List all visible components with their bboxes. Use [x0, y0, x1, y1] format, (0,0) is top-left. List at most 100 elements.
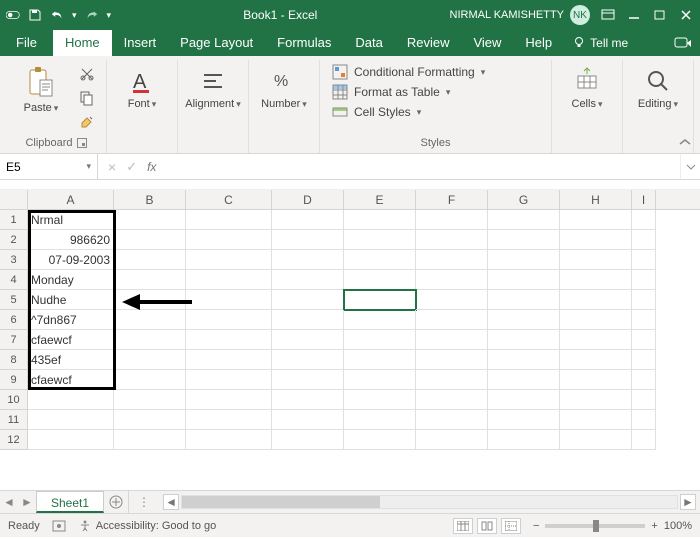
colhdr-D[interactable]: D	[272, 190, 344, 209]
cell-B4[interactable]	[114, 270, 186, 290]
cell-B9[interactable]	[114, 370, 186, 390]
colhdr-F[interactable]: F	[416, 190, 488, 209]
cell-C6[interactable]	[186, 310, 272, 330]
cell-H5[interactable]	[560, 290, 632, 310]
view-page-layout-icon[interactable]	[477, 518, 497, 534]
cell-H12[interactable]	[560, 430, 632, 450]
cell-A5[interactable]: Nudhe	[28, 290, 114, 310]
cell-B5[interactable]	[114, 290, 186, 310]
cell-E8[interactable]	[344, 350, 416, 370]
zoom-in-icon[interactable]: +	[651, 520, 657, 532]
clipboard-dialog-launcher[interactable]	[77, 138, 87, 148]
collapse-ribbon-icon[interactable]	[678, 137, 692, 147]
colhdr-E[interactable]: E	[344, 190, 416, 209]
cell-I3[interactable]	[632, 250, 656, 270]
cell-A7[interactable]: cfaewcf	[28, 330, 114, 350]
tab-page-layout[interactable]: Page Layout	[168, 30, 265, 56]
cell-A6[interactable]: ^7dn867	[28, 310, 114, 330]
cell-G11[interactable]	[488, 410, 560, 430]
cell-G4[interactable]	[488, 270, 560, 290]
cell-A2[interactable]: 986620	[28, 230, 114, 250]
cell-D12[interactable]	[272, 430, 344, 450]
cell-E5[interactable]	[344, 290, 416, 310]
cell-E11[interactable]	[344, 410, 416, 430]
cell-G9[interactable]	[488, 370, 560, 390]
cell-A3[interactable]: 07-09-2003	[28, 250, 114, 270]
cell-D1[interactable]	[272, 210, 344, 230]
rowhdr-8[interactable]: 8	[0, 350, 28, 370]
cell-C7[interactable]	[186, 330, 272, 350]
cell-D8[interactable]	[272, 350, 344, 370]
zoom-slider-thumb[interactable]	[593, 520, 599, 532]
format-painter-button[interactable]	[76, 112, 98, 132]
cell-I8[interactable]	[632, 350, 656, 370]
maximize-icon[interactable]	[652, 7, 668, 23]
cell-C9[interactable]	[186, 370, 272, 390]
zoom-value[interactable]: 100%	[664, 520, 692, 532]
cell-C2[interactable]	[186, 230, 272, 250]
cell-B1[interactable]	[114, 210, 186, 230]
cell-F11[interactable]	[416, 410, 488, 430]
rowhdr-6[interactable]: 6	[0, 310, 28, 330]
undo-icon[interactable]	[50, 8, 64, 22]
cell-B10[interactable]	[114, 390, 186, 410]
name-box-dropdown-icon[interactable]: ▾	[86, 161, 91, 172]
cell-E7[interactable]	[344, 330, 416, 350]
cell-H10[interactable]	[560, 390, 632, 410]
redo-icon[interactable]	[85, 8, 99, 22]
cell-H8[interactable]	[560, 350, 632, 370]
cell-H11[interactable]	[560, 410, 632, 430]
hscroll-thumb[interactable]	[182, 496, 380, 508]
horizontal-scrollbar[interactable]: ◄ ►	[159, 491, 700, 513]
cell-I10[interactable]	[632, 390, 656, 410]
editing-button[interactable]: Editing▾	[631, 62, 685, 114]
insert-function-icon[interactable]: fx	[147, 160, 162, 174]
colhdr-I[interactable]: I	[632, 190, 656, 209]
macro-record-icon[interactable]	[52, 519, 66, 533]
cell-E2[interactable]	[344, 230, 416, 250]
rowhdr-1[interactable]: 1	[0, 210, 28, 230]
tab-split-handle[interactable]: ⋮	[129, 491, 159, 513]
alignment-button[interactable]: Alignment▾	[186, 62, 240, 114]
paste-button[interactable]: Paste▾	[14, 62, 68, 118]
expand-formula-bar-icon[interactable]	[680, 154, 700, 179]
cell-D2[interactable]	[272, 230, 344, 250]
name-box-input[interactable]	[6, 160, 66, 174]
cell-C8[interactable]	[186, 350, 272, 370]
accessibility-status[interactable]: Accessibility: Good to go	[78, 519, 216, 533]
save-icon[interactable]	[28, 8, 42, 22]
cell-B3[interactable]	[114, 250, 186, 270]
font-button[interactable]: A Font▾	[115, 62, 169, 114]
cell-C10[interactable]	[186, 390, 272, 410]
tab-help[interactable]: Help	[513, 30, 564, 56]
undo-dropdown-icon[interactable]: ▾	[72, 10, 77, 21]
cell-C5[interactable]	[186, 290, 272, 310]
tab-review[interactable]: Review	[395, 30, 462, 56]
cell-D5[interactable]	[272, 290, 344, 310]
cell-A8[interactable]: 435ef	[28, 350, 114, 370]
cell-D4[interactable]	[272, 270, 344, 290]
cut-button[interactable]	[76, 64, 98, 84]
cell-C12[interactable]	[186, 430, 272, 450]
cell-B2[interactable]	[114, 230, 186, 250]
cell-H9[interactable]	[560, 370, 632, 390]
formula-input[interactable]	[172, 154, 680, 179]
cell-D11[interactable]	[272, 410, 344, 430]
colhdr-A[interactable]: A	[28, 190, 114, 209]
zoom-control[interactable]: − + 100%	[533, 520, 692, 532]
cell-G3[interactable]	[488, 250, 560, 270]
cell-G6[interactable]	[488, 310, 560, 330]
cell-C1[interactable]	[186, 210, 272, 230]
cell-A12[interactable]	[28, 430, 114, 450]
colhdr-H[interactable]: H	[560, 190, 632, 209]
sheet-nav-next[interactable]: ►	[18, 491, 36, 513]
cell-I11[interactable]	[632, 410, 656, 430]
cell-I6[interactable]	[632, 310, 656, 330]
colhdr-B[interactable]: B	[114, 190, 186, 209]
cell-H3[interactable]	[560, 250, 632, 270]
cell-H1[interactable]	[560, 210, 632, 230]
cell-G8[interactable]	[488, 350, 560, 370]
sheet-tab-active[interactable]: Sheet1	[36, 491, 104, 513]
close-icon[interactable]	[678, 7, 694, 23]
ribbon-display-options-icon[interactable]	[600, 7, 616, 23]
